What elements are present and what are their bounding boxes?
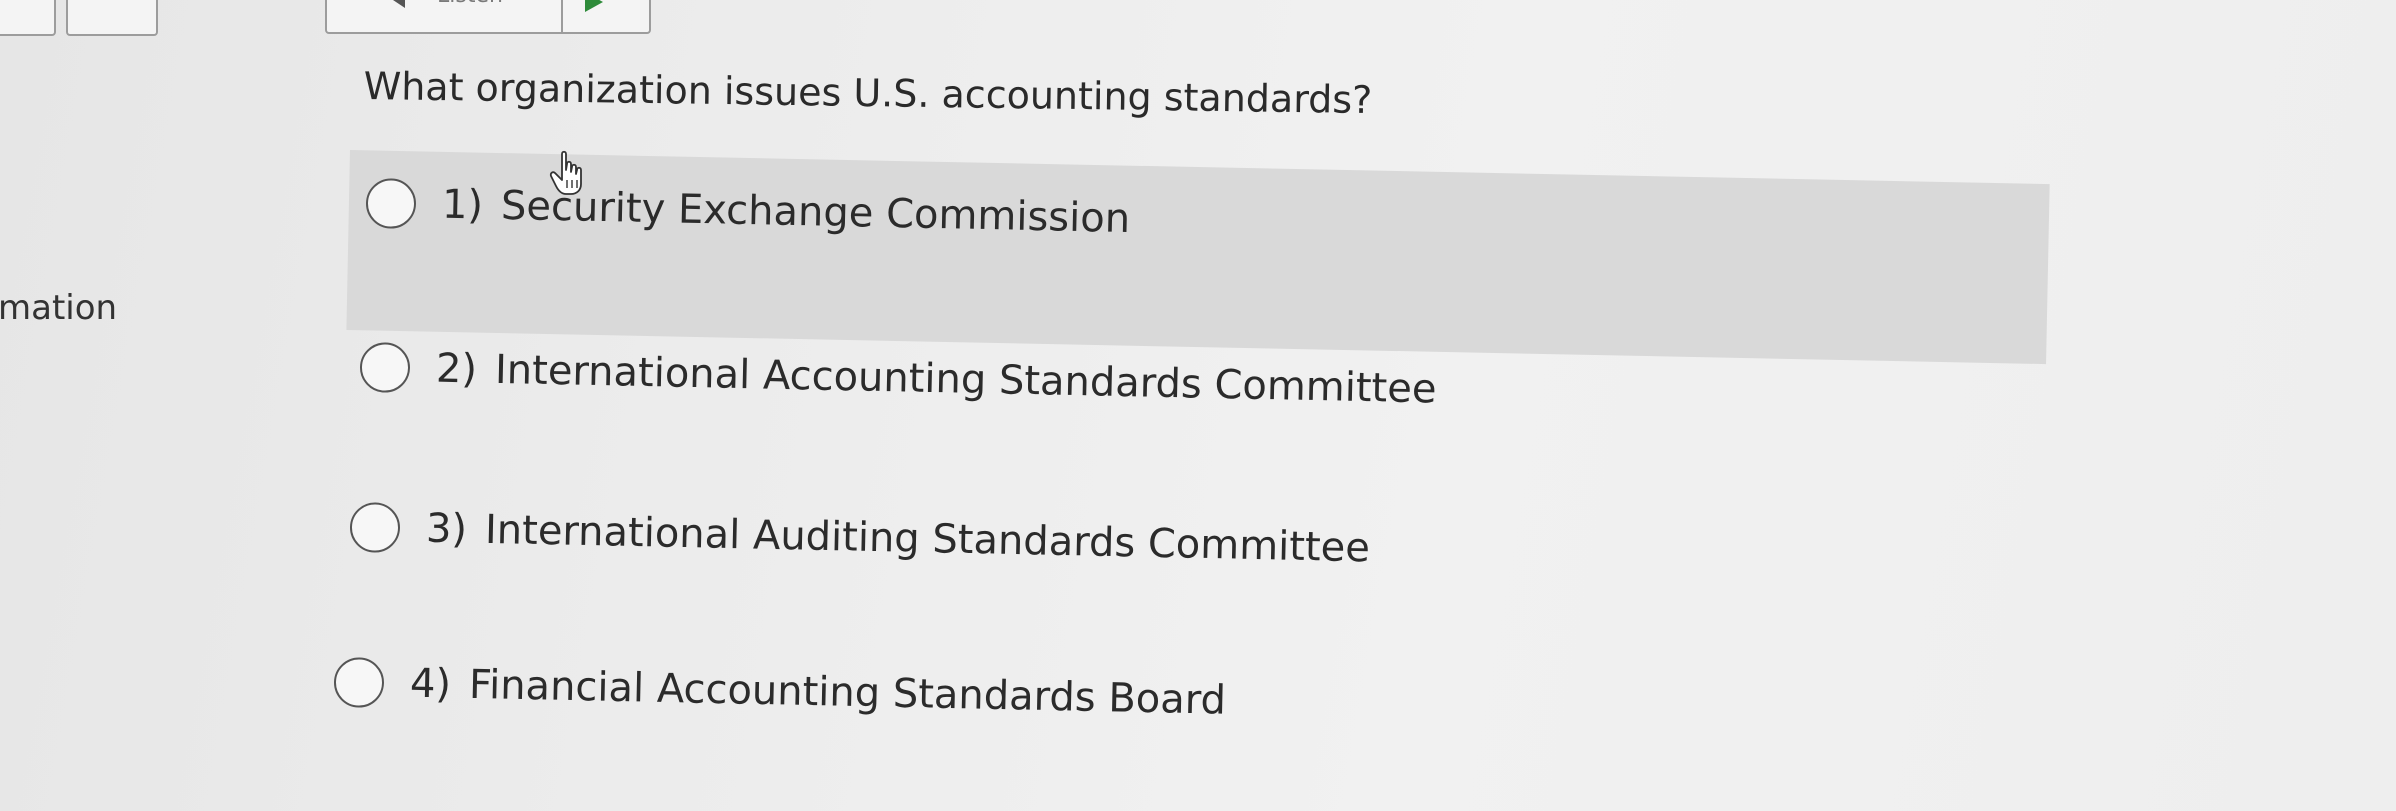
question-text: What organization issues U.S. accounting… xyxy=(363,64,1373,123)
answer-option-4[interactable]: 4) Financial Accounting Standards Board xyxy=(333,657,1226,726)
toolbar-button-2[interactable] xyxy=(66,0,158,36)
option-number: 1) xyxy=(441,181,484,229)
hand-pointer-cursor-icon xyxy=(549,150,582,195)
radio-button[interactable] xyxy=(359,342,411,394)
toolbar-button-1[interactable] xyxy=(0,0,56,36)
radio-button[interactable] xyxy=(333,657,385,709)
listen-button[interactable]: Listen xyxy=(327,0,563,32)
option-number: 3) xyxy=(425,505,468,553)
listen-label: Listen xyxy=(437,0,503,8)
option-label: International Accounting Standards Commi… xyxy=(494,346,1437,413)
option-label: Financial Accounting Standards Board xyxy=(468,661,1227,724)
play-icon xyxy=(585,0,603,12)
radio-button[interactable] xyxy=(365,178,417,230)
speaker-icon xyxy=(393,0,405,8)
option-number: 2) xyxy=(435,345,478,393)
option-label: International Auditing Standards Committ… xyxy=(484,506,1371,572)
sidebar-label[interactable]: mation xyxy=(0,288,117,328)
radio-button[interactable] xyxy=(349,502,401,554)
play-button[interactable] xyxy=(563,0,649,32)
listen-toolbar: Listen xyxy=(325,0,651,34)
answer-option-2[interactable]: 2) International Accounting Standards Co… xyxy=(359,342,1437,415)
answer-option-3[interactable]: 3) International Auditing Standards Comm… xyxy=(349,502,1370,573)
option-number: 4) xyxy=(409,660,452,708)
